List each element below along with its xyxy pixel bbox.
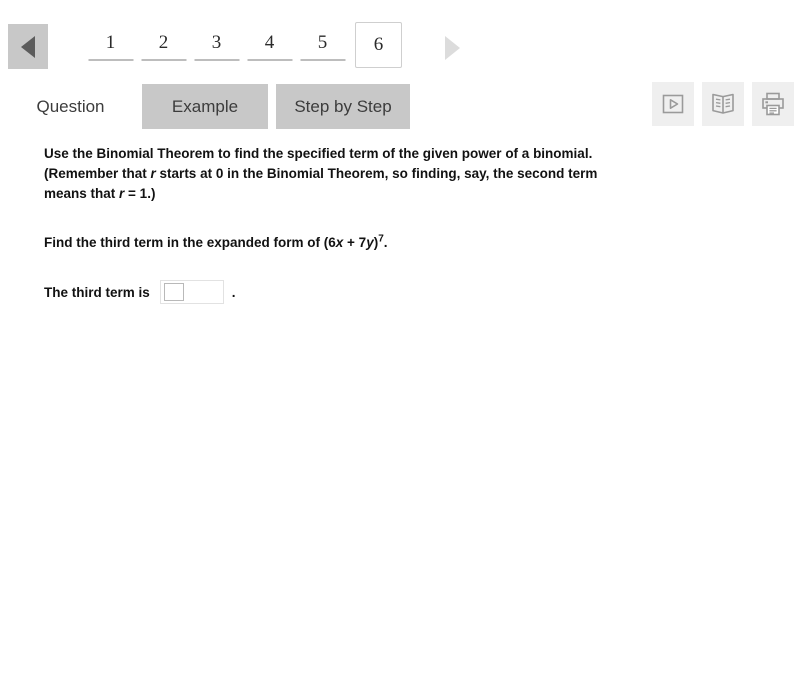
page-number-6-label: 6 [373, 34, 384, 55]
page-number-rule [300, 59, 345, 61]
tab-step-by-step-label: Step by Step [294, 96, 392, 116]
tab-example[interactable]: Example [142, 84, 268, 129]
tool-button-group [652, 82, 794, 126]
instructions-line-1: Use the Binomial Theorem to find the spe… [44, 146, 593, 161]
page-number-2[interactable]: 2 [137, 22, 190, 68]
page-number-4-label: 4 [264, 32, 275, 53]
video-icon [662, 94, 684, 114]
next-page-button[interactable] [440, 34, 464, 62]
page-number-6-current[interactable]: 6 [355, 22, 402, 68]
page-number-5[interactable]: 5 [296, 22, 349, 68]
textbook-button[interactable] [702, 82, 744, 126]
page-number-3-label: 3 [211, 32, 222, 53]
problem-statement: Find the third term in the expanded form… [44, 233, 744, 253]
page-number-1[interactable]: 1 [84, 22, 137, 68]
variable-y: y [366, 235, 374, 250]
answer-entry-box[interactable] [163, 283, 184, 301]
page-number-2-label: 2 [158, 32, 169, 53]
answer-prompt-label: The third term is [44, 284, 150, 300]
page-number-rule [88, 59, 133, 61]
tab-question[interactable]: Question [18, 84, 123, 129]
tab-example-label: Example [171, 96, 239, 116]
page-number-5-label: 5 [317, 32, 328, 53]
video-button[interactable] [652, 82, 694, 126]
print-button[interactable] [752, 82, 794, 126]
question-instructions: Use the Binomial Theorem to find the spe… [44, 144, 704, 204]
arrow-right-icon [444, 36, 460, 60]
tab-question-label: Question [36, 96, 105, 116]
page-number-rule [247, 59, 292, 61]
instructions-line-2a: (Remember that [44, 166, 151, 181]
answer-row: The third term is . [44, 280, 744, 304]
page-number-rule [141, 59, 186, 61]
page-number-3[interactable]: 3 [190, 22, 243, 68]
tab-step-by-step[interactable]: Step by Step [276, 84, 410, 129]
problem-text-a: Find the third term in the expanded form… [44, 235, 336, 250]
page-number-rule [194, 59, 239, 61]
page-number-list: 1 2 3 4 5 6 [84, 22, 402, 68]
previous-page-button[interactable] [8, 24, 48, 69]
instructions-line-2b: starts at 0 in the Binomial Theorem, so … [155, 166, 598, 181]
page-number-4[interactable]: 4 [243, 22, 296, 68]
page-number-1-label: 1 [105, 32, 116, 53]
question-body: Use the Binomial Theorem to find the spe… [44, 144, 744, 304]
problem-text-d: . [383, 235, 388, 250]
problem-text-b: + 7 [343, 235, 367, 250]
pagination-bar: 1 2 3 4 5 6 [0, 0, 800, 78]
instructions-line-3a: means that [44, 186, 120, 201]
print-icon [762, 92, 784, 116]
arrow-left-icon [21, 35, 35, 58]
instructions-line-3b: = 1.) [124, 186, 156, 201]
answer-period: . [231, 284, 236, 300]
textbook-icon [712, 93, 734, 114]
answer-input[interactable] [159, 280, 224, 304]
